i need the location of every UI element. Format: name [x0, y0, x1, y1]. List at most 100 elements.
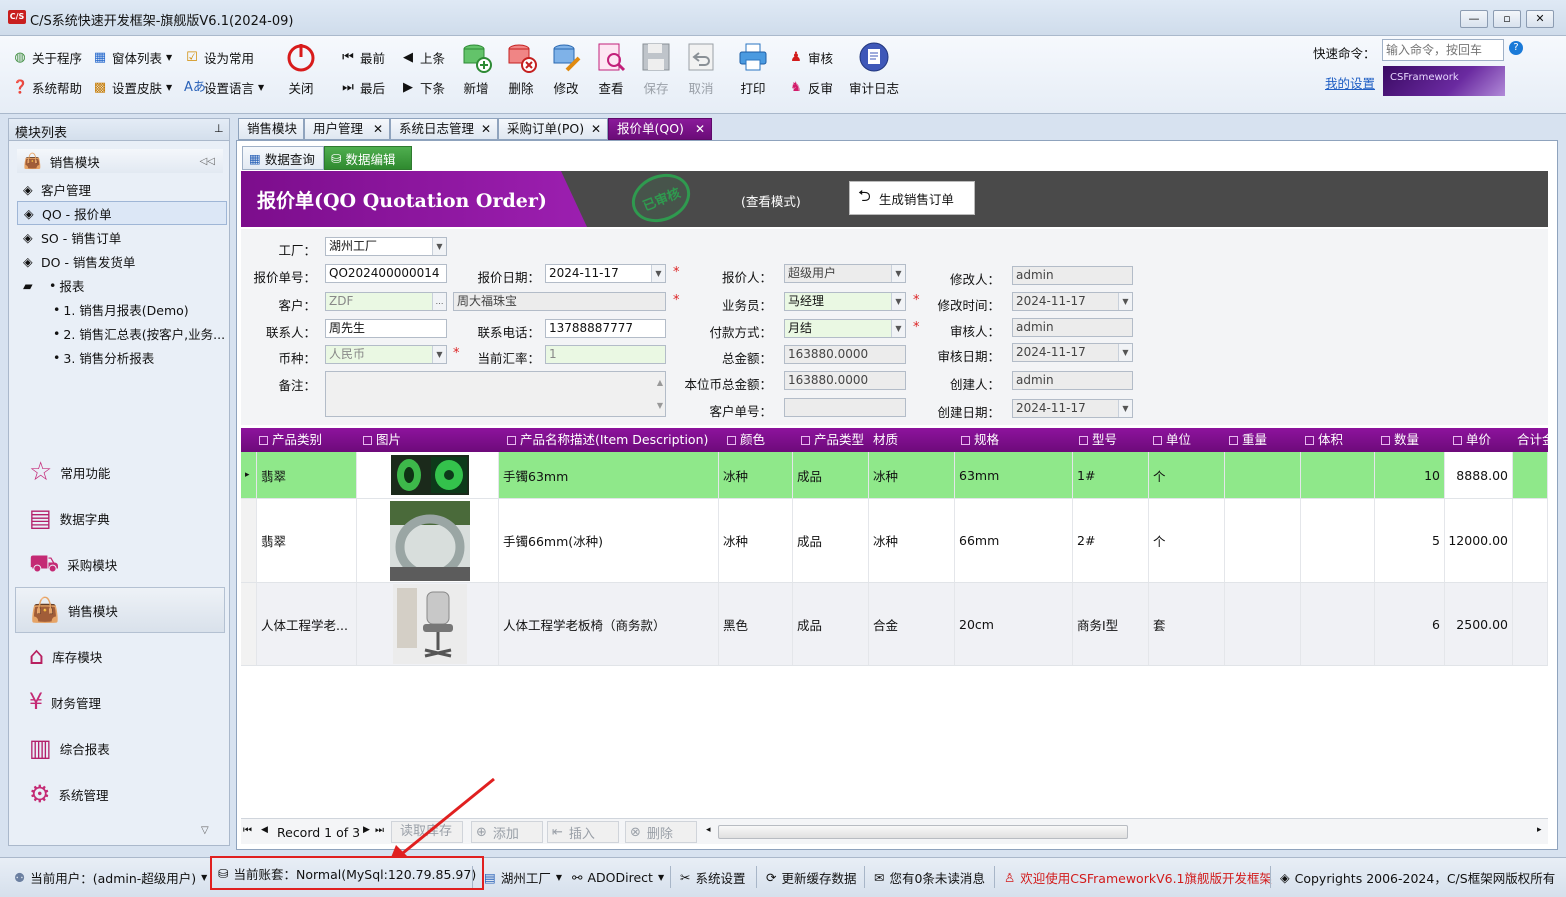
cell-qty[interactable]: 10: [1375, 452, 1445, 498]
cell-model[interactable]: 2#: [1073, 499, 1149, 582]
table-row[interactable]: ▸ 翡翠 手镯63mm 冰种 成品 冰种 63mm 1# 个 10 8888.0…: [241, 452, 1548, 499]
close-tab-icon[interactable]: ✕: [695, 119, 705, 139]
col-total[interactable]: 合计金: [1517, 428, 1548, 452]
next-page-icon[interactable]: ▶: [363, 825, 370, 835]
generate-sales-order-button[interactable]: ⮌ 生成销售订单: [849, 181, 975, 215]
create-date-field[interactable]: 2024-11-17 ▼: [1012, 399, 1133, 418]
total-field[interactable]: 163880.0000: [784, 345, 906, 364]
scroll-down-icon[interactable]: ▽: [201, 825, 209, 836]
cell-volume[interactable]: [1301, 583, 1375, 665]
payment-select[interactable]: 月结 ▼: [784, 319, 906, 338]
cell-weight[interactable]: [1225, 499, 1301, 582]
edit-button[interactable]: 修改: [543, 40, 589, 97]
col-weight[interactable]: 重量: [1229, 428, 1299, 452]
insert-row-button[interactable]: ⇤ 插入: [547, 821, 619, 843]
first-page-icon[interactable]: ⏮: [243, 825, 252, 836]
tab-user-management[interactable]: 用户管理 ✕: [304, 118, 390, 140]
customer-name-field[interactable]: 周大福珠宝: [453, 292, 666, 311]
horizontal-scrollbar-thumb[interactable]: [718, 825, 1128, 839]
cell-weight[interactable]: [1225, 583, 1301, 665]
cell-image[interactable]: [357, 499, 499, 582]
cell-color[interactable]: 黑色: [719, 583, 793, 665]
next-record-button[interactable]: ▶ 下条: [400, 78, 445, 97]
nav-inventory[interactable]: ⌂ 库存模块: [15, 633, 225, 679]
tree-item-report-2[interactable]: • 2. 销售汇总表(按客户,业务...: [17, 321, 227, 345]
view-button[interactable]: 查看: [588, 40, 634, 97]
cell-description[interactable]: 手镯66mm(冰种): [499, 499, 719, 582]
close-tab-icon[interactable]: ✕: [481, 119, 491, 139]
cell-total[interactable]: [1513, 452, 1548, 498]
prev-record-button[interactable]: ◀ 上条: [400, 48, 445, 67]
factory-switch[interactable]: ▤ 湖州工厂 ▼: [484, 866, 562, 888]
cell-total[interactable]: [1513, 583, 1548, 665]
tree-item-customer[interactable]: ◈ 客户管理: [17, 177, 227, 201]
window-list-button[interactable]: ▦ 窗体列表 ▼: [92, 48, 172, 67]
contact-field[interactable]: 周先生: [325, 319, 447, 338]
cell-material[interactable]: 合金: [869, 583, 955, 665]
nav-purchase[interactable]: ⛟ 采购模块: [15, 541, 225, 587]
cell-material[interactable]: 冰种: [869, 499, 955, 582]
cancel-button[interactable]: 取消: [678, 40, 724, 97]
col-qty[interactable]: 数量: [1381, 428, 1447, 452]
system-settings[interactable]: ✂ 系统设置: [680, 866, 746, 888]
tree-item-qo[interactable]: ◈ QO - 报价单: [17, 201, 227, 225]
table-row[interactable]: 人体工程学老... 人体工程学老板椅（商务款） 黑色 成品 合金 20cm 商务…: [241, 583, 1548, 666]
col-volume[interactable]: 体积: [1305, 428, 1375, 452]
cell-image[interactable]: [357, 583, 499, 665]
collapse-icon[interactable]: ◁◁: [200, 156, 215, 167]
cell-color[interactable]: 冰种: [719, 452, 793, 498]
current-account[interactable]: ⛁ 当前账套：Normal(MySql:120.79.85.97): [210, 856, 485, 890]
quick-command-input[interactable]: [1382, 39, 1504, 61]
connection-mode[interactable]: ⚯ ADODirect ▼: [572, 866, 664, 888]
cell-price[interactable]: 8888.00: [1445, 452, 1513, 498]
close-window-button[interactable]: ✕: [1526, 10, 1554, 28]
about-button[interactable]: ◍ 关于程序: [12, 48, 82, 67]
approve-button[interactable]: ♟ 审核: [788, 48, 833, 67]
cell-spec[interactable]: 66mm: [955, 499, 1073, 582]
col-image[interactable]: 图片: [363, 428, 499, 452]
module-group-header[interactable]: 👜 销售模块 ◁◁: [17, 149, 223, 173]
tree-item-reports[interactable]: ▰ • 报表: [17, 273, 227, 297]
current-user[interactable]: ⚉ 当前用户：(admin-超级用户) ▼: [14, 866, 207, 888]
maximize-button[interactable]: ▫: [1493, 10, 1521, 28]
tab-system-log[interactable]: 系统日志管理 ✕: [390, 118, 498, 140]
qo-date-field[interactable]: 2024-11-17 ▼: [545, 264, 666, 283]
ellipsis-icon[interactable]: …: [432, 293, 446, 310]
nav-dictionary[interactable]: ▤ 数据字典: [15, 495, 225, 541]
col-price[interactable]: 单价: [1453, 428, 1515, 452]
cell-unit[interactable]: 个: [1149, 499, 1225, 582]
audit-date-field[interactable]: 2024-11-17 ▼: [1012, 343, 1133, 362]
print-button[interactable]: 打印: [730, 40, 776, 97]
cell-category[interactable]: 人体工程学老...: [257, 583, 357, 665]
delete-row-button[interactable]: ⊗ 删除: [625, 821, 697, 843]
scroll-right-icon[interactable]: ▸: [1537, 825, 1542, 835]
cell-image[interactable]: [357, 452, 499, 498]
cell-product-type[interactable]: 成品: [793, 452, 869, 498]
close-tab-icon[interactable]: ✕: [373, 119, 383, 139]
skin-button[interactable]: ▩ 设置皮肤 ▼: [92, 78, 172, 97]
tab-sales-module[interactable]: 销售模块: [238, 118, 304, 140]
audit-log-button[interactable]: 审计日志: [846, 40, 902, 97]
col-spec[interactable]: 规格: [961, 428, 1073, 452]
help-button[interactable]: ❓ 系统帮助: [12, 78, 82, 97]
last-record-button[interactable]: ⏭ 最后: [340, 78, 385, 97]
cust-order-field[interactable]: [784, 398, 906, 417]
modifier-field[interactable]: admin: [1012, 266, 1133, 285]
cell-price[interactable]: 2500.00: [1445, 583, 1513, 665]
remark-textarea[interactable]: ▲ ▼: [325, 371, 666, 417]
quoter-select[interactable]: 超级用户 ▼: [784, 264, 906, 283]
cell-product-type[interactable]: 成品: [793, 583, 869, 665]
cell-model[interactable]: 商务I型: [1073, 583, 1149, 665]
table-row[interactable]: 翡翠 手镯66mm(冰种) 冰种 成品 冰种 66mm 2# 个 5 12000…: [241, 499, 1548, 583]
tree-item-so[interactable]: ◈ SO - 销售订单: [17, 225, 227, 249]
tree-item-do[interactable]: ◈ DO - 销售发货单: [17, 249, 227, 273]
currency-select[interactable]: 人民币 ▼: [325, 345, 447, 364]
scroll-left-icon[interactable]: ◂: [706, 825, 711, 835]
qo-no-field[interactable]: QO202400000014: [325, 264, 447, 283]
cell-material[interactable]: 冰种: [869, 452, 955, 498]
tab-quotation[interactable]: 报价单(QO) ✕: [608, 118, 712, 140]
col-category[interactable]: 产品类别: [259, 428, 359, 452]
nav-reports[interactable]: ▥ 综合报表: [15, 725, 225, 771]
cell-volume[interactable]: [1301, 499, 1375, 582]
customer-code-field[interactable]: ZDF…: [325, 292, 447, 311]
